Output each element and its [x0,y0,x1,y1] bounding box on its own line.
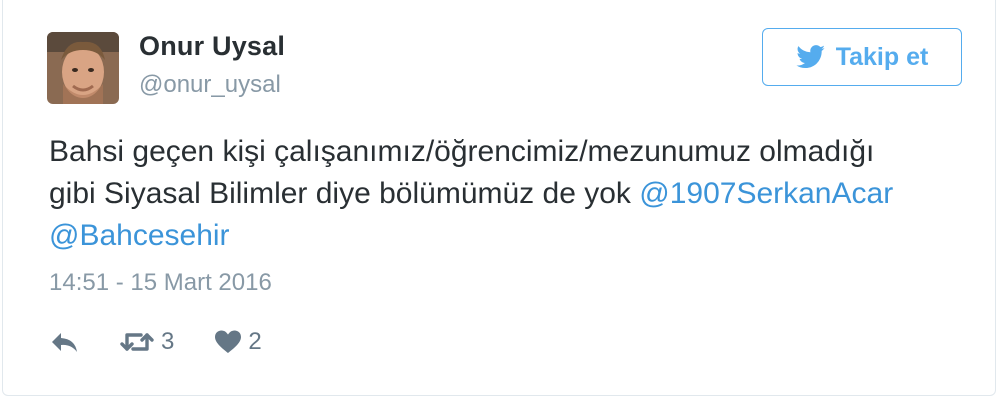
tweet-text-line-1: Bahsi geçen kişi çalışanımız/öğrencimiz/… [49,135,875,168]
tweet-timestamp[interactable]: 14:51 - 15 Mart 2016 [49,269,272,297]
retweet-button[interactable]: 3 [119,328,174,356]
retweet-icon [119,330,155,354]
tweet-actions: 3 2 [49,325,302,359]
reply-button[interactable] [49,330,79,354]
avatar-photo [47,32,119,104]
tweet-text-line-2: gibi Siyasal Bilimler diye bölümümüz de … [49,173,969,215]
follow-button-label: Takip et [835,42,929,71]
display-name[interactable]: Onur Uysal [139,31,285,62]
heart-icon [214,330,242,354]
mention-link-1907serkanacar[interactable]: @1907SerkanAcar [639,177,893,210]
mention-link-bahcesehir[interactable]: @Bahcesehir [49,219,230,252]
user-handle[interactable]: @onur_uysal [139,71,281,99]
follow-button[interactable]: Takip et [762,28,962,86]
reply-icon [49,330,79,354]
tweet-text-line-3: @Bahcesehir [49,215,969,257]
retweet-count: 3 [161,328,175,355]
like-count: 2 [248,328,262,355]
tweet-card: Onur Uysal @onur_uysal Takip et Bahsi ge… [2,0,996,396]
tweet-text: Bahsi geçen kişi çalışanımız/öğrencimiz/… [49,131,969,257]
twitter-bird-icon [796,45,826,69]
avatar[interactable] [47,32,119,104]
tweet-text-line-2-body: gibi Siyasal Bilimler diye bölümümüz de … [49,177,640,210]
like-button[interactable]: 2 [214,328,262,356]
